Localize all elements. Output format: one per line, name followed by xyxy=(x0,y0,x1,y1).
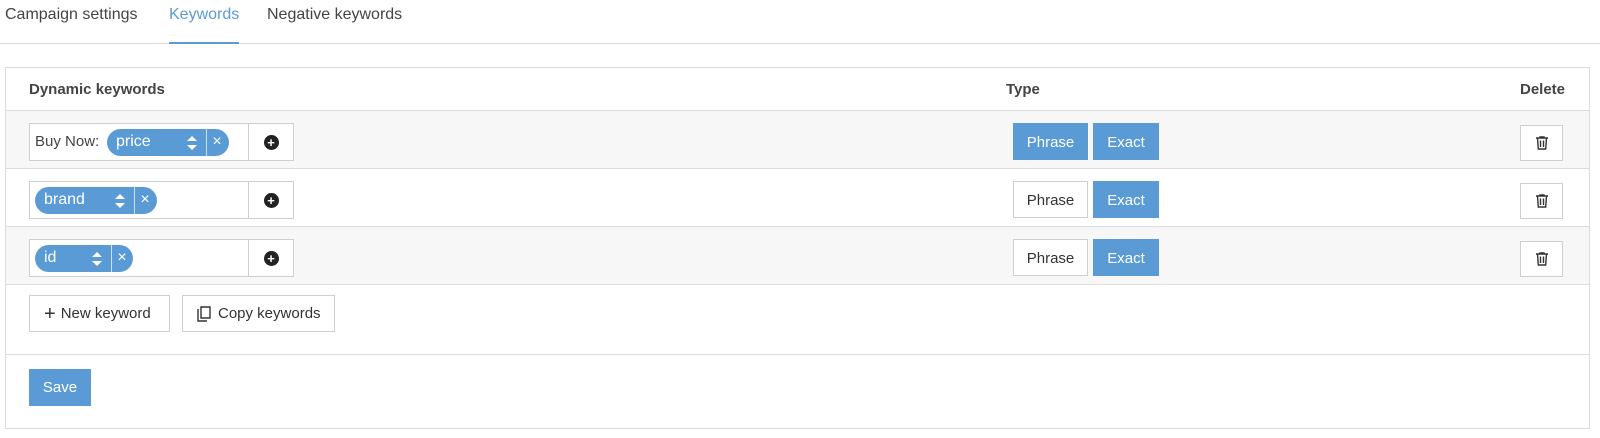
add-token-button[interactable]: + xyxy=(249,239,294,277)
token-pill[interactable]: price × xyxy=(107,129,229,156)
type-exact-button[interactable]: Exact xyxy=(1093,181,1159,218)
new-keyword-button[interactable]: + New keyword xyxy=(29,295,170,332)
tab-negative-keywords[interactable]: Negative keywords xyxy=(267,6,402,44)
add-token-button[interactable]: + xyxy=(249,123,294,161)
keyword-input[interactable]: id × xyxy=(29,239,249,277)
sort-arrows-icon[interactable] xyxy=(187,136,197,150)
table-header: Dynamic keywords Type Delete xyxy=(6,68,1589,111)
type-exact-button[interactable]: Exact xyxy=(1093,123,1159,160)
close-icon[interactable]: × xyxy=(138,190,152,210)
token-pill[interactable]: brand × xyxy=(35,187,157,214)
delete-row-button[interactable] xyxy=(1520,183,1563,219)
keyword-input[interactable]: Buy Now: price × xyxy=(29,123,249,161)
token-pill[interactable]: id × xyxy=(35,245,133,272)
keyword-actions: + New keyword Copy keywords xyxy=(6,285,1589,355)
copy-keywords-button[interactable]: Copy keywords xyxy=(182,295,335,332)
type-exact-button[interactable]: Exact xyxy=(1093,239,1159,276)
keyword-row: Buy Now: price × + Phrase Exact xyxy=(6,111,1589,169)
copy-icon xyxy=(197,305,211,322)
pill-divider xyxy=(134,187,135,214)
type-phrase-button[interactable]: Phrase xyxy=(1013,239,1088,276)
token-label: id xyxy=(44,249,57,266)
header-delete: Delete xyxy=(1520,81,1566,98)
add-token-button[interactable]: + xyxy=(249,181,294,219)
token-label: brand xyxy=(44,191,85,208)
type-phrase-button[interactable]: Phrase xyxy=(1013,181,1088,218)
plus-circle-icon: + xyxy=(263,250,279,266)
header-dynamic-keywords: Dynamic keywords xyxy=(29,81,165,98)
trash-icon xyxy=(1535,136,1548,150)
keyword-row: brand × + Phrase Exact xyxy=(6,169,1589,227)
keyword-prefix-text: Buy Now: xyxy=(35,133,100,150)
sort-arrows-icon[interactable] xyxy=(92,252,102,266)
plus-circle-icon: + xyxy=(263,192,279,208)
pill-divider xyxy=(111,245,112,272)
pill-divider xyxy=(206,129,207,156)
sort-arrows-icon[interactable] xyxy=(115,194,125,208)
trash-icon xyxy=(1535,252,1548,266)
copy-keywords-label: Copy keywords xyxy=(218,305,321,322)
plus-icon: + xyxy=(44,302,56,325)
new-keyword-label: New keyword xyxy=(60,305,151,322)
trash-icon xyxy=(1535,194,1548,208)
keyword-input[interactable]: brand × xyxy=(29,181,249,219)
header-type: Type xyxy=(1006,81,1040,98)
close-icon[interactable]: × xyxy=(115,248,129,268)
keyword-row: id × + Phrase Exact xyxy=(6,227,1589,285)
plus-circle-icon: + xyxy=(263,134,279,150)
tab-campaign-settings[interactable]: Campaign settings xyxy=(5,6,138,44)
close-icon[interactable]: × xyxy=(210,132,224,152)
save-button[interactable]: Save xyxy=(29,369,91,406)
delete-row-button[interactable] xyxy=(1520,241,1563,277)
type-phrase-button[interactable]: Phrase xyxy=(1013,123,1088,160)
token-label: price xyxy=(116,133,151,150)
tab-keywords[interactable]: Keywords xyxy=(169,6,240,44)
delete-row-button[interactable] xyxy=(1520,125,1563,161)
keywords-panel: Dynamic keywords Type Delete Buy Now: pr… xyxy=(5,67,1590,429)
tab-bar: Campaign settings Keywords Negative keyw… xyxy=(0,0,1600,44)
